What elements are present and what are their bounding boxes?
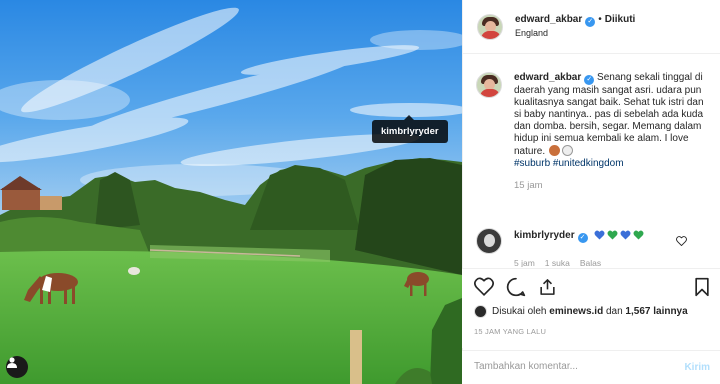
comment-icon[interactable] (506, 277, 526, 297)
heart-emoji-icon (607, 230, 618, 240)
commenter-avatar[interactable] (476, 228, 502, 254)
user-tags-toggle-button[interactable] (6, 356, 28, 378)
caption-text: Senang sekali tinggal di daerah yang mas… (514, 72, 704, 157)
caption-avatar[interactable] (476, 72, 502, 98)
follow-status-button[interactable]: Diikuti (605, 14, 636, 25)
post-location[interactable]: England (515, 28, 548, 38)
separator-dot: • (598, 14, 602, 25)
caption-username[interactable]: edward_akbar (514, 72, 581, 83)
user-tag-tooltip[interactable]: kimbrlyryder (372, 115, 448, 143)
verified-badge-icon: ✓ (584, 75, 595, 85)
liked-by-others[interactable]: 1,567 lainnya (625, 306, 687, 317)
header-username[interactable]: edward_akbar (515, 14, 582, 25)
liker-avatar[interactable] (474, 305, 487, 318)
woman-emoji-icon (548, 145, 560, 156)
user-silhouette-icon (7, 357, 17, 368)
verified-badge-icon: ✓ (577, 233, 588, 243)
post-caption: edward_akbar ✓ Senang sekali tinggal di d… (514, 72, 710, 192)
post-header: edward_akbar ✓ • Diikuti England (463, 0, 720, 54)
liked-by-connector: dan (605, 306, 623, 317)
liked-by-prefix: Disukai oleh (492, 306, 547, 317)
comment-time: 5 jam (514, 258, 535, 267)
add-comment-bar: Kirim (462, 350, 720, 384)
sheep-emoji-icon (561, 145, 573, 156)
author-avatar[interactable] (477, 14, 503, 40)
liked-by-line: Disukai oleh eminews.id dan 1,567 lainny… (474, 305, 688, 318)
bookmark-icon[interactable] (694, 277, 710, 297)
comment-like-heart-icon[interactable] (676, 236, 687, 246)
liked-by-user[interactable]: eminews.id (549, 306, 603, 317)
comment-meta: 5 jam 1 suka Balas (514, 258, 611, 267)
post-timestamp[interactable]: 15 JAM YANG LALU (474, 327, 546, 336)
caption-hashtags[interactable]: #suburb #unitedkingdom (514, 158, 710, 170)
comment-username[interactable]: kimbrlyryder (514, 230, 575, 241)
comment-reply-button[interactable]: Balas (580, 258, 601, 267)
post-actions: Disukai oleh eminews.id dan 1,567 lainny… (462, 268, 720, 348)
heart-emoji-icon (633, 230, 644, 240)
verified-badge-icon: ✓ (585, 17, 596, 27)
caption-time: 15 jam (514, 180, 543, 191)
post-photo[interactable]: kimbrlyryder (0, 0, 462, 384)
comment-likes-count[interactable]: 1 suka (545, 258, 570, 267)
header-user-line: edward_akbar ✓ • Diikuti (515, 14, 635, 27)
comment-hearts (594, 230, 644, 240)
comment-input[interactable] (474, 361, 664, 372)
heart-emoji-icon (594, 230, 605, 240)
post-comment-button[interactable]: Kirim (684, 362, 710, 373)
heart-icon[interactable] (474, 277, 494, 296)
landscape-image (0, 0, 462, 384)
comment-line: kimbrlyryder ✓ (514, 230, 644, 243)
share-icon[interactable] (538, 277, 557, 297)
heart-emoji-icon (620, 230, 631, 240)
